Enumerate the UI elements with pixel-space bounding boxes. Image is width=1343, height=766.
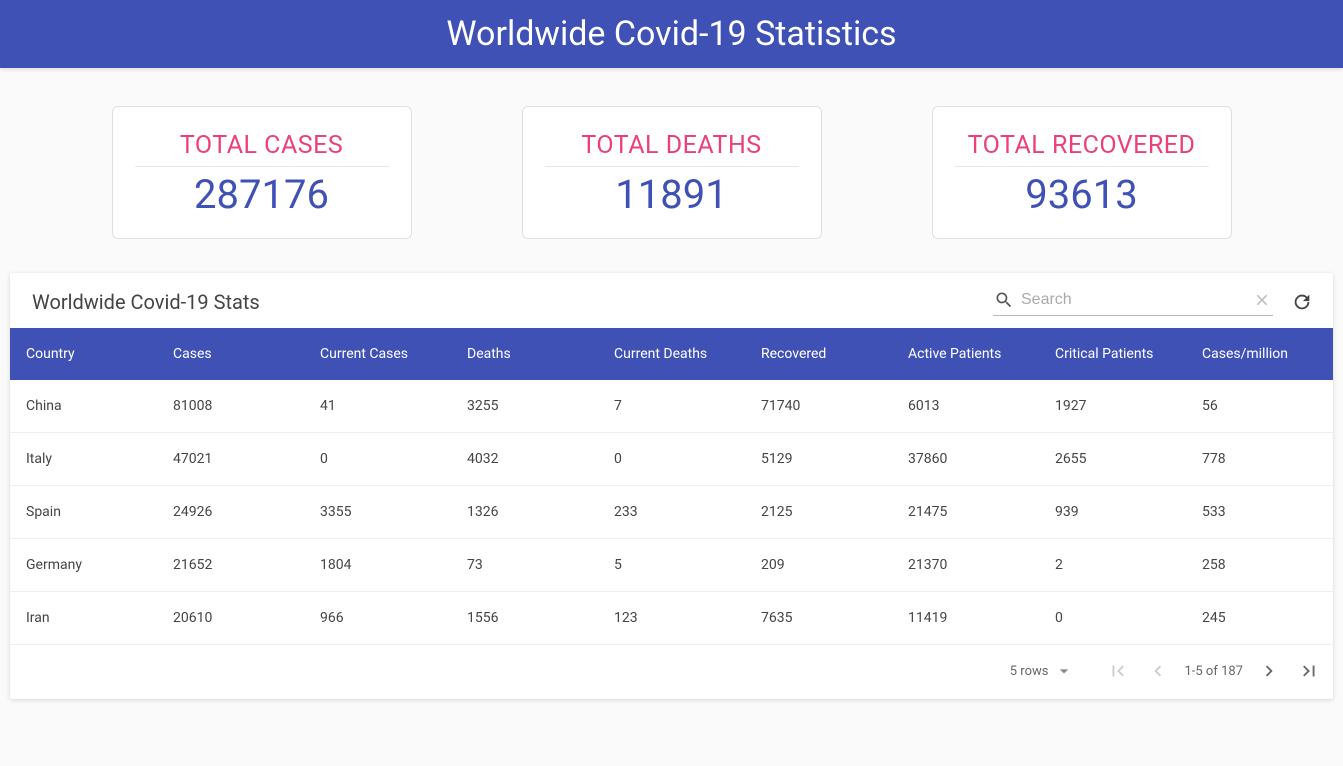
page-title: Worldwide Covid-19 Statistics	[0, 0, 1343, 68]
search-field[interactable]	[993, 287, 1273, 316]
table-cell: 21370	[892, 539, 1039, 592]
table-cell: 258	[1186, 539, 1333, 592]
table-cell: 21652	[157, 539, 304, 592]
table-cell: 1927	[1039, 380, 1186, 433]
page-range-label: 1-5 of 187	[1184, 664, 1243, 679]
stat-value: 11891	[533, 171, 811, 218]
data-table: CountryCasesCurrent CasesDeathsCurrent D…	[10, 328, 1333, 645]
stat-value: 287176	[123, 171, 401, 218]
table-cell: 20610	[157, 592, 304, 645]
table-cell: 778	[1186, 433, 1333, 486]
last-page-button[interactable]	[1289, 653, 1329, 689]
column-header[interactable]: Current Deaths	[598, 328, 745, 380]
divider	[955, 166, 1209, 167]
column-header[interactable]: Active Patients	[892, 328, 1039, 380]
table-cell: 1326	[451, 486, 598, 539]
table-panel: Worldwide Covid-19 Stats CountryCasesCur…	[10, 273, 1333, 699]
table-cell: 123	[598, 592, 745, 645]
search-icon	[993, 289, 1015, 311]
table-row[interactable]: Germany216521804735209213702258	[10, 539, 1333, 592]
table-cell: 7	[598, 380, 745, 433]
dropdown-icon	[1054, 661, 1074, 681]
table-cell: 0	[304, 433, 451, 486]
table-cell: Italy	[10, 433, 157, 486]
table-cell: 71740	[745, 380, 892, 433]
table-cell: 37860	[892, 433, 1039, 486]
table-cell: 0	[1039, 592, 1186, 645]
table-cell: 533	[1186, 486, 1333, 539]
table-cell: 41	[304, 380, 451, 433]
stat-card-deaths: TOTAL DEATHS 11891	[522, 106, 822, 239]
divider	[545, 166, 799, 167]
table-cell: 233	[598, 486, 745, 539]
column-header[interactable]: Recovered	[745, 328, 892, 380]
table-cell: 56	[1186, 380, 1333, 433]
column-header[interactable]: Cases/million	[1186, 328, 1333, 380]
table-cell: 1556	[451, 592, 598, 645]
next-page-button[interactable]	[1249, 653, 1289, 689]
table-row[interactable]: Iran2061096615561237635114190245	[10, 592, 1333, 645]
table-title: Worldwide Covid-19 Stats	[32, 290, 993, 314]
divider	[135, 166, 389, 167]
table-cell: 2	[1039, 539, 1186, 592]
table-cell: 5	[598, 539, 745, 592]
stat-label: TOTAL DEATHS	[533, 131, 811, 166]
table-cell: 24926	[157, 486, 304, 539]
column-header[interactable]: Critical Patients	[1039, 328, 1186, 380]
stat-label: TOTAL RECOVERED	[943, 131, 1221, 166]
table-toolbar: Worldwide Covid-19 Stats	[10, 273, 1333, 328]
table-cell: 0	[598, 433, 745, 486]
table-cell: 47021	[157, 433, 304, 486]
table-cell: 3255	[451, 380, 598, 433]
table-row[interactable]: China810084132557717406013192756	[10, 380, 1333, 433]
table-cell: 209	[745, 539, 892, 592]
table-cell: 1804	[304, 539, 451, 592]
stat-value: 93613	[943, 171, 1221, 218]
table-cell: 7635	[745, 592, 892, 645]
stat-card-recovered: TOTAL RECOVERED 93613	[932, 106, 1232, 239]
refresh-button[interactable]	[1291, 291, 1313, 313]
column-header[interactable]: Current Cases	[304, 328, 451, 380]
table-cell: 73	[451, 539, 598, 592]
table-cell: China	[10, 380, 157, 433]
table-cell: Germany	[10, 539, 157, 592]
search-input[interactable]	[1015, 287, 1251, 313]
table-cell: 966	[304, 592, 451, 645]
table-cell: 4032	[451, 433, 598, 486]
table-cell: 3355	[304, 486, 451, 539]
table-cell: 245	[1186, 592, 1333, 645]
table-cell: 81008	[157, 380, 304, 433]
table-cell: 6013	[892, 380, 1039, 433]
table-footer: 5 rows 1-5 of 187	[10, 645, 1333, 699]
table-cell: 21475	[892, 486, 1039, 539]
table-cell: Spain	[10, 486, 157, 539]
table-cell: 11419	[892, 592, 1039, 645]
stats-row: TOTAL CASES 287176 TOTAL DEATHS 11891 TO…	[0, 68, 1343, 273]
table-cell: Iran	[10, 592, 157, 645]
rows-label: 5 rows	[1010, 664, 1049, 679]
first-page-button[interactable]	[1098, 653, 1138, 689]
stat-card-cases: TOTAL CASES 287176	[112, 106, 412, 239]
prev-page-button[interactable]	[1138, 653, 1178, 689]
column-header[interactable]: Deaths	[451, 328, 598, 380]
column-header[interactable]: Country	[10, 328, 157, 380]
table-row[interactable]: Italy470210403205129378602655778	[10, 433, 1333, 486]
stat-label: TOTAL CASES	[123, 131, 401, 166]
table-row[interactable]: Spain2492633551326233212521475939533	[10, 486, 1333, 539]
table-cell: 939	[1039, 486, 1186, 539]
table-header: CountryCasesCurrent CasesDeathsCurrent D…	[10, 328, 1333, 380]
rows-per-page-select[interactable]: 5 rows	[1010, 661, 1075, 681]
table-body: China810084132557717406013192756Italy470…	[10, 380, 1333, 645]
column-header[interactable]: Cases	[157, 328, 304, 380]
table-cell: 2125	[745, 486, 892, 539]
clear-icon[interactable]	[1251, 289, 1273, 311]
table-cell: 5129	[745, 433, 892, 486]
table-cell: 2655	[1039, 433, 1186, 486]
